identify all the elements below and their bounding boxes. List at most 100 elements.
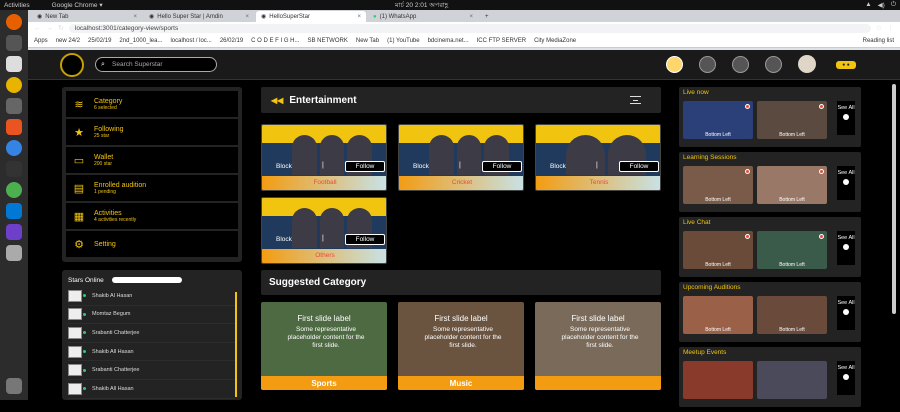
suggested-card[interactable]: First slide label Some representative pl…	[398, 302, 524, 390]
clock[interactable]: মার্চ 20 2:01 অপরাহ্ণ	[395, 0, 448, 11]
bookmark-item[interactable]: ICC FTP SERVER	[477, 38, 526, 44]
category-card[interactable]: Block | Follow Football	[261, 124, 387, 191]
close-icon[interactable]: ×	[133, 14, 137, 20]
star-icon[interactable]: ☆	[876, 24, 882, 32]
wallet-icon[interactable]	[765, 56, 782, 73]
tab-hellosuperstar[interactable]: ◉ HelloSuperStar ×	[256, 11, 366, 22]
video-thumb[interactable]: Bottom Left	[757, 296, 827, 334]
see-all-button[interactable]: See All	[837, 231, 855, 265]
menu-wallet[interactable]: ▭ Wallet 200 star	[66, 147, 238, 173]
reading-list[interactable]: Reading list	[863, 38, 894, 44]
block-button[interactable]: Block	[276, 163, 292, 170]
category-card[interactable]: Block | Follow Tennis	[535, 124, 661, 191]
tab-new-tab[interactable]: ◉ New Tab ×	[32, 11, 142, 22]
bookmark-item[interactable]: 25/02/19	[88, 38, 111, 44]
follow-button[interactable]: Follow	[619, 161, 659, 172]
see-all-button[interactable]: See All	[837, 166, 855, 200]
menu-enrolled-audition[interactable]: ▤ Enrolled audition 1 pending	[66, 175, 238, 201]
list-item[interactable]: Shakib Al Hasan	[68, 287, 236, 306]
files-icon[interactable]	[6, 35, 22, 51]
back-arrow-icon[interactable]: ◀◀	[271, 96, 283, 105]
card-label[interactable]: Cricket	[399, 176, 523, 190]
card-label[interactable]: Tennis	[536, 176, 660, 190]
close-icon[interactable]: ×	[245, 14, 249, 20]
chrome-icon[interactable]	[6, 182, 22, 198]
bookmark-item[interactable]: (1) YouTube	[387, 38, 419, 44]
back-icon[interactable]: ←	[34, 25, 41, 32]
menu-activities[interactable]: ▦ Activities 4 activities recently	[66, 203, 238, 229]
bookmark-item[interactable]: localhost / loc...	[170, 38, 211, 44]
follow-button[interactable]: Follow	[345, 161, 385, 172]
page-scrollbar[interactable]	[892, 84, 896, 314]
bookmark-item[interactable]: new 24/2	[56, 38, 80, 44]
rhythmbox-icon[interactable]	[6, 77, 22, 93]
menu-following[interactable]: ★ Following 25 star	[66, 119, 238, 145]
forward-icon[interactable]: →	[46, 25, 53, 32]
help-icon[interactable]	[6, 140, 22, 156]
bookmark-item[interactable]: C O D E F I G H...	[251, 38, 299, 44]
bookmark-item[interactable]: bdcinema.net...	[428, 38, 469, 44]
firefox-icon[interactable]	[6, 14, 22, 30]
filter-icon[interactable]	[630, 96, 641, 104]
video-thumb[interactable]: Bottom Left	[757, 231, 827, 269]
github-icon[interactable]	[6, 224, 22, 240]
list-item[interactable]: Shakib All Hasan	[68, 343, 236, 362]
chat-icon[interactable]	[699, 56, 716, 73]
video-thumb[interactable]: Bottom Left	[757, 101, 827, 139]
video-thumb[interactable]: Bottom Left	[683, 231, 753, 269]
category-card[interactable]: Block | Follow Others	[261, 197, 387, 264]
follow-button[interactable]: Follow	[345, 234, 385, 245]
close-icon[interactable]: ×	[469, 14, 473, 20]
reload-icon[interactable]: ↻	[58, 24, 64, 32]
avatar[interactable]	[798, 55, 816, 73]
bookmark-item[interactable]: City MediaZone	[534, 38, 576, 44]
bookmark-item[interactable]: Apps	[34, 38, 48, 44]
menu-category[interactable]: ≋ Category 6 selected	[66, 91, 238, 117]
video-thumb[interactable]	[683, 361, 753, 399]
see-all-button[interactable]: See All	[837, 361, 855, 395]
video-thumb[interactable]	[757, 361, 827, 399]
activities-button[interactable]: Activities	[4, 2, 30, 9]
terminal-icon[interactable]	[6, 56, 22, 72]
block-button[interactable]: Block	[550, 163, 566, 170]
suggested-card[interactable]: First slide label Some representative pl…	[261, 302, 387, 390]
card-label[interactable]: Others	[262, 249, 386, 263]
menu-pill[interactable]: ● ●	[836, 61, 856, 69]
extensions-icon[interactable]: ⋮	[887, 24, 894, 32]
suggested-card[interactable]: First slide label Some representative pl…	[535, 302, 661, 390]
new-tab-button[interactable]: +	[480, 11, 494, 22]
software-icon[interactable]	[6, 119, 22, 135]
app-menu[interactable]: Google Chrome ▾	[52, 1, 103, 9]
tab-whatsapp[interactable]: ● (1) WhatsApp ×	[368, 11, 478, 22]
system-tray[interactable]: ▲ ◀) ⏻	[865, 1, 896, 9]
bookmark-item[interactable]: 2nd_1000_lea...	[119, 38, 162, 44]
list-item[interactable]: Srabanti Chatterjee	[68, 361, 236, 380]
card-label[interactable]: Football	[262, 176, 386, 190]
video-thumb[interactable]: Bottom Left	[683, 166, 753, 204]
site-logo[interactable]	[60, 53, 84, 77]
block-button[interactable]: Block	[413, 163, 429, 170]
vscode-icon[interactable]	[6, 203, 22, 219]
terminal2-icon[interactable]	[6, 161, 22, 177]
see-all-button[interactable]: See All	[837, 296, 855, 330]
video-thumb[interactable]: Bottom Left	[683, 101, 753, 139]
menu-setting[interactable]: ⚙ Setting	[66, 231, 238, 257]
block-button[interactable]: Block	[276, 236, 292, 243]
home-icon[interactable]	[666, 56, 683, 73]
list-item[interactable]: Momtaz Begum	[68, 306, 236, 325]
search-input[interactable]: ⌕ Search Superstar	[95, 57, 217, 72]
video-thumb[interactable]: Bottom Left	[757, 166, 827, 204]
video-thumb[interactable]: Bottom Left	[683, 296, 753, 334]
tab-admin[interactable]: ◉ Hello Super Star | Amdin ×	[144, 11, 254, 22]
writer-icon[interactable]	[6, 98, 22, 114]
app-icon[interactable]	[6, 245, 22, 261]
follow-button[interactable]: Follow	[482, 161, 522, 172]
bookmark-item[interactable]: 26/02/19	[220, 38, 243, 44]
list-item[interactable]: Srabanti Chatterjee	[68, 324, 236, 343]
category-card[interactable]: Block | Follow Cricket	[398, 124, 524, 191]
bookmark-item[interactable]: SB NETWORK	[308, 38, 348, 44]
show-apps-icon[interactable]	[6, 378, 22, 394]
close-icon[interactable]: ×	[357, 14, 361, 20]
bookmark-item[interactable]: New Tab	[356, 38, 379, 44]
address-bar[interactable]: localhost:3001/category-view/sports	[68, 23, 871, 33]
